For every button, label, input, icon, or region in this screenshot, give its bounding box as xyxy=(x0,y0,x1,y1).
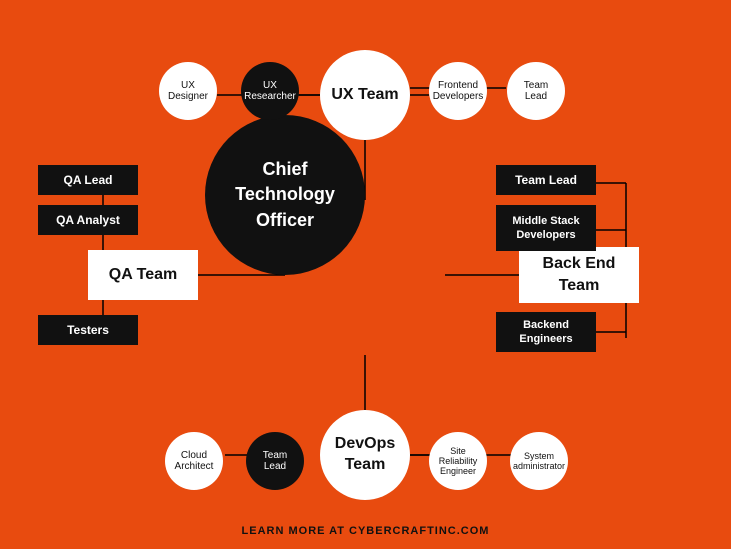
sys-admin-label: System administrator xyxy=(513,451,565,471)
middle-stack-label: Middle Stack Developers xyxy=(512,214,579,243)
devops-team-lead-circle: Team Lead xyxy=(246,432,304,490)
ux-team-label: UX Team xyxy=(331,86,398,104)
testers-box: Testers xyxy=(38,315,138,345)
qa-analyst-box: QA Analyst xyxy=(38,205,138,235)
backend-engineers-box: Backend Engineers xyxy=(496,312,596,352)
qa-lead-label: QA Lead xyxy=(64,173,113,187)
center-label: Chief Technology Officer xyxy=(235,157,335,233)
ux-researcher-circle: UX Researcher xyxy=(241,62,299,120)
site-reliability-label: Site Reliability Engineer xyxy=(439,446,478,476)
cloud-architect-circle: Cloud Architect xyxy=(165,432,223,490)
backend-team-box: Back End Team xyxy=(519,247,639,303)
be-team-lead-box: Team Lead xyxy=(496,165,596,195)
footer: LEARN MORE AT CYBERCRAFTINC.COM xyxy=(0,525,731,537)
frontend-devs-label: Frontend Developers xyxy=(433,80,484,102)
center-circle: Chief Technology Officer xyxy=(205,115,365,275)
qa-team-label: QA Team xyxy=(109,266,177,284)
be-team-lead-label: Team Lead xyxy=(515,173,577,187)
middle-stack-box: Middle Stack Developers xyxy=(496,205,596,251)
frontend-devs-circle: Frontend Developers xyxy=(429,62,487,120)
site-reliability-circle: Site Reliability Engineer xyxy=(429,432,487,490)
devops-team-lead-label: Team Lead xyxy=(263,450,287,472)
diagram: Chief Technology Officer UX Team QA Team… xyxy=(0,0,731,549)
devops-team-circle: DevOps Team xyxy=(320,410,410,500)
ux-designer-label: UX Designer xyxy=(168,80,208,102)
qa-analyst-label: QA Analyst xyxy=(56,213,120,227)
backend-engineers-label: Backend Engineers xyxy=(519,318,572,347)
ux-team-lead-circle: Team Lead xyxy=(507,62,565,120)
sys-admin-circle: System administrator xyxy=(510,432,568,490)
cloud-architect-label: Cloud Architect xyxy=(175,450,214,472)
testers-label: Testers xyxy=(67,323,109,337)
footer-label: LEARN MORE AT CYBERCRAFTINC.COM xyxy=(242,525,490,537)
qa-lead-box: QA Lead xyxy=(38,165,138,195)
qa-team-box: QA Team xyxy=(88,250,198,300)
ux-team-circle: UX Team xyxy=(320,50,410,140)
backend-team-label: Back End Team xyxy=(543,253,616,298)
devops-team-label: DevOps Team xyxy=(335,434,395,476)
ux-researcher-label: UX Researcher xyxy=(244,80,296,102)
ux-team-lead-label: Team Lead xyxy=(524,80,548,102)
ux-designer-circle: UX Designer xyxy=(159,62,217,120)
